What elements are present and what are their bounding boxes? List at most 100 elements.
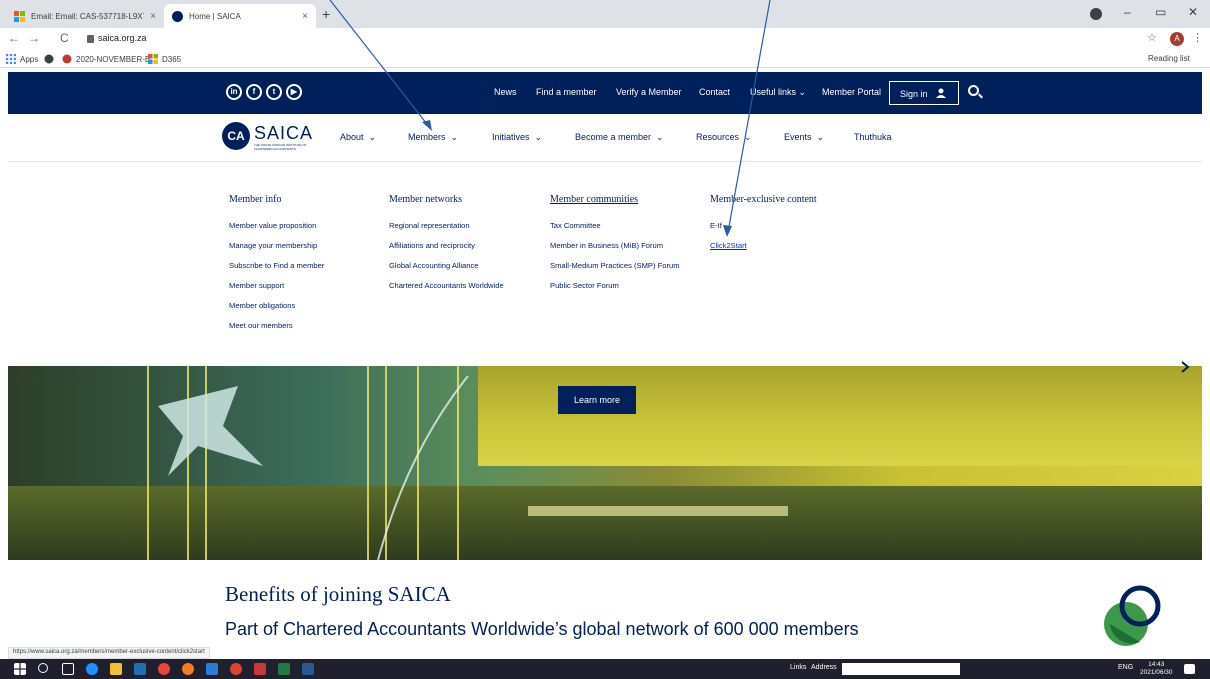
nav-label: Members xyxy=(408,132,446,142)
pdf-icon[interactable] xyxy=(254,663,266,675)
top-link-news[interactable]: News xyxy=(494,87,517,97)
bookmark-favicon-icon xyxy=(62,54,72,64)
linkedin-icon[interactable]: in xyxy=(226,84,242,100)
bookmark-apps[interactable]: Apps xyxy=(6,54,38,64)
clock-time: 14:43 xyxy=(1148,661,1165,668)
site-main-nav: CA SAICA THE SOUTH AFRICAN INSTITUTE OF … xyxy=(8,114,1202,162)
browser-menu-icon[interactable]: ⋮ xyxy=(1192,31,1203,44)
nav-members[interactable]: Members ⌄ xyxy=(408,132,458,143)
tab-email[interactable]: Email: Email: CAS-537718-L9X7C × xyxy=(6,4,164,28)
chevron-down-icon: ⌄ xyxy=(798,87,807,97)
menu-item[interactable]: Regional representation xyxy=(389,221,470,230)
menu-item[interactable]: Member obligations xyxy=(229,301,295,310)
nav-thuthuka[interactable]: Thuthuka xyxy=(854,132,892,142)
globe-icon[interactable] xyxy=(44,54,54,64)
twitter-icon[interactable]: t xyxy=(266,84,282,100)
screen: Email: Email: CAS-537718-L9X7C × Home | … xyxy=(0,0,1210,679)
menu-item[interactable]: Tax Committee xyxy=(550,221,601,230)
reading-list-button[interactable]: Reading list xyxy=(1148,54,1190,63)
close-window-button[interactable]: ✕ xyxy=(1188,5,1198,19)
task-view-icon[interactable] xyxy=(62,663,74,675)
file-explorer-icon[interactable] xyxy=(110,663,122,675)
language-indicator[interactable]: ENG xyxy=(1118,664,1133,671)
hero-graphic xyxy=(147,366,469,560)
top-link-member-portal[interactable]: Member Portal xyxy=(822,87,881,97)
learn-more-button[interactable]: Learn more xyxy=(558,386,636,414)
close-tab-icon[interactable]: × xyxy=(150,11,156,22)
menu-item-click2start[interactable]: Click2Start xyxy=(710,241,747,250)
youtube-icon[interactable]: ▶ xyxy=(286,84,302,100)
nav-events[interactable]: Events ⌄ xyxy=(784,132,824,143)
profile-avatar[interactable]: A xyxy=(1170,32,1184,46)
saica-favicon-icon xyxy=(172,10,183,22)
chevron-down-icon: ⌄ xyxy=(534,132,543,142)
menu-item[interactable]: Meet our members xyxy=(229,321,293,330)
site-top-bar: in f t ▶ News Find a member Verify a Mem… xyxy=(8,72,1202,114)
nav-label: Events xyxy=(784,132,812,142)
firefox-icon[interactable] xyxy=(182,663,194,675)
menu-item[interactable]: Small-Medium Practices (SMP) Forum xyxy=(550,261,680,270)
excel-icon[interactable] xyxy=(278,663,290,675)
maximize-button[interactable]: ▭ xyxy=(1155,5,1166,19)
menu-item[interactable]: Member support xyxy=(229,281,284,290)
microsoft-icon xyxy=(14,10,25,22)
carousel-next-icon[interactable] xyxy=(1178,360,1192,374)
menu-item[interactable]: Global Accounting Alliance xyxy=(389,261,479,270)
url-field[interactable]: saica.org.za xyxy=(98,33,147,43)
nav-label: About xyxy=(340,132,364,142)
nav-initiatives[interactable]: Initiatives ⌄ xyxy=(492,132,542,143)
bookmark-d365[interactable]: D365 xyxy=(148,54,181,64)
nav-become-member[interactable]: Become a member ⌄ xyxy=(575,132,664,143)
bookmark-november[interactable]: 2020-NOVEMBER-E... xyxy=(62,54,157,64)
edge-icon[interactable] xyxy=(86,663,98,675)
app-icon[interactable] xyxy=(134,663,146,675)
bookmark-star-icon[interactable]: ☆ xyxy=(1147,31,1157,44)
windows-start-icon[interactable] xyxy=(14,663,26,675)
notification-icon[interactable] xyxy=(1184,664,1195,674)
system-clock[interactable]: 14:43 2021/06/30 xyxy=(1140,661,1173,677)
menu-item[interactable]: Affiliations and reciprocity xyxy=(389,241,475,250)
nav-about[interactable]: About ⌄ xyxy=(340,132,376,143)
browser-tab-bar: Email: Email: CAS-537718-L9X7C × Home | … xyxy=(0,0,1210,28)
reload-icon[interactable]: C xyxy=(60,31,69,45)
menu-item[interactable]: Chartered Accountants Worldwide xyxy=(389,281,504,290)
extension-icon[interactable] xyxy=(1090,8,1102,20)
chevron-down-icon: ⌄ xyxy=(368,132,377,142)
forward-icon[interactable]: → xyxy=(28,31,40,45)
menu-item[interactable]: Manage your membership xyxy=(229,241,317,250)
sign-in-label: Sign in xyxy=(900,89,928,99)
user-icon xyxy=(936,88,947,98)
saica-logo-icon[interactable]: CA xyxy=(222,122,250,150)
top-link-verify-member[interactable]: Verify a Member xyxy=(616,87,682,97)
menu-item[interactable]: Member value proposition xyxy=(229,221,316,230)
facebook-icon[interactable]: f xyxy=(246,84,262,100)
saica-logo-text[interactable]: SAICA xyxy=(254,123,313,144)
address-toolbar-input[interactable] xyxy=(842,663,960,675)
links-toolbar[interactable]: Links xyxy=(790,664,806,671)
outlook-icon[interactable] xyxy=(206,663,218,675)
tab-saica[interactable]: Home | SAICA × xyxy=(164,4,316,28)
menu-item[interactable]: Member in Business (MiB) Forum xyxy=(550,241,663,250)
menu-heading-member-communities[interactable]: Member communities xyxy=(550,194,638,205)
search-icon[interactable] xyxy=(968,85,979,96)
top-link-find-member[interactable]: Find a member xyxy=(536,87,597,97)
nav-resources[interactable]: Resources ⌄ xyxy=(696,132,752,143)
app-icon[interactable] xyxy=(230,663,242,675)
top-link-contact[interactable]: Contact xyxy=(699,87,730,97)
menu-item[interactable]: Public Sector Forum xyxy=(550,281,619,290)
minimize-button[interactable]: – xyxy=(1124,5,1131,19)
word-icon[interactable] xyxy=(302,663,314,675)
new-tab-button[interactable]: + xyxy=(322,6,330,22)
menu-item[interactable]: Subscribe to Find a member xyxy=(229,261,324,270)
top-link-useful-links[interactable]: Useful links ⌄ xyxy=(750,87,806,98)
search-icon[interactable] xyxy=(38,663,48,673)
close-tab-icon[interactable]: × xyxy=(302,11,308,22)
back-icon[interactable]: ← xyxy=(8,31,20,45)
bookmark-label: Apps xyxy=(20,54,39,64)
sign-in-button[interactable]: Sign in xyxy=(889,81,959,105)
nav-label: Resources xyxy=(696,132,740,142)
chrome-icon[interactable] xyxy=(158,663,170,675)
menu-item[interactable]: E-If xyxy=(710,221,722,230)
nav-label: Initiatives xyxy=(492,132,530,142)
bookmarks-bar: Apps 2020-NOVEMBER-E... D365 Reading lis… xyxy=(0,50,1210,68)
